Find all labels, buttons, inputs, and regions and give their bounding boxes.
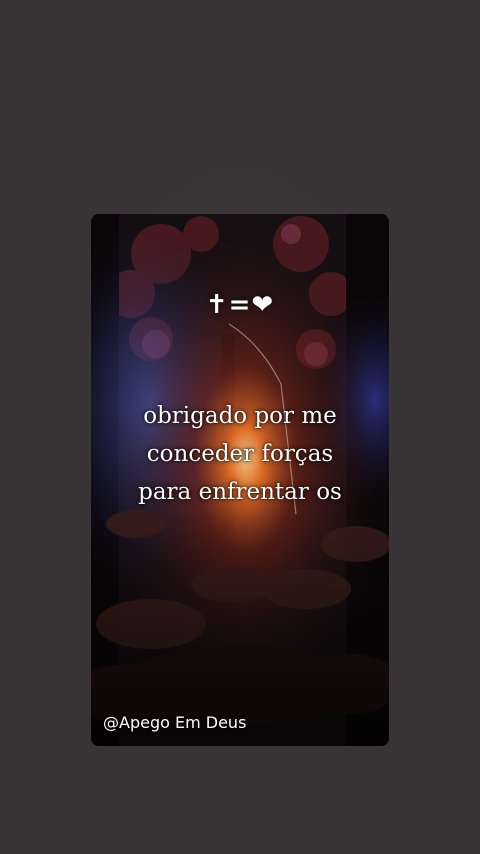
story-card[interactable]: ✝=❤ obrigado por me conceder forças para… [91,214,389,746]
quote-line-3: para enfrentar os [138,479,342,505]
story-viewer: ✝=❤ obrigado por me conceder forças para… [0,0,480,854]
quote-text: obrigado por me conceder forças para enf… [91,397,389,511]
cross-icon: ✝ [205,290,229,320]
quote-line-2: conceder forças [146,441,334,467]
heart-icon: ❤ [251,290,275,320]
quote-line-1: obrigado por me [143,403,337,429]
author-credit[interactable]: @Apego Em Deus [103,713,246,732]
faith-symbol: ✝=❤ [91,290,389,320]
equals-sign: = [228,290,252,320]
